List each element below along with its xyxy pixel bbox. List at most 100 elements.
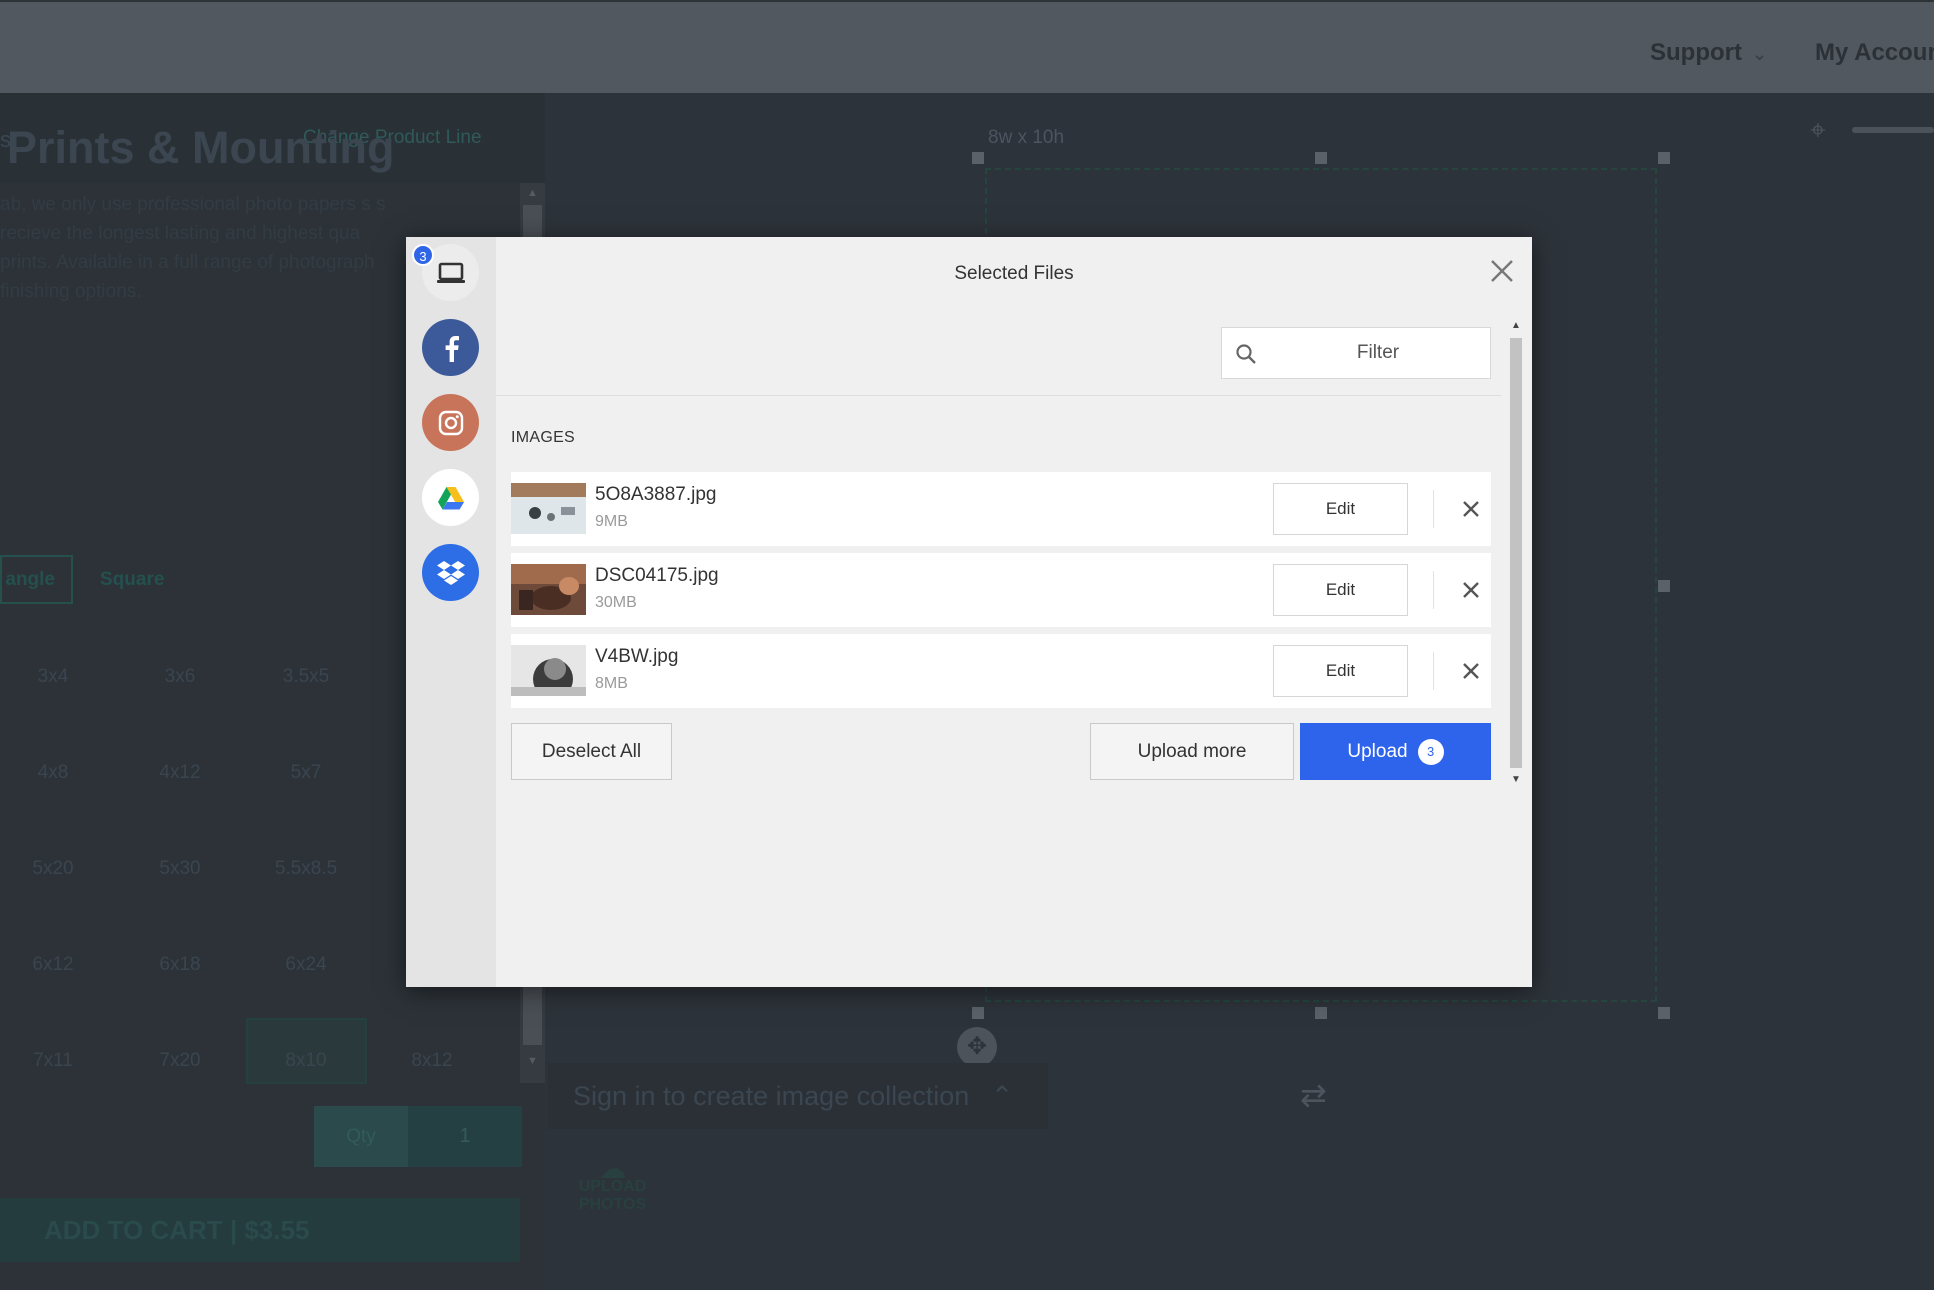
product-title: Prints & Mounting: [7, 122, 395, 173]
support-label: Support: [1650, 39, 1742, 66]
close-icon: [1491, 260, 1513, 282]
scrollbar-thumb[interactable]: [1510, 338, 1522, 768]
upload-photos-label: UPLOAD PHOTOS: [578, 1178, 647, 1213]
file-size: 9MB: [595, 513, 628, 530]
size-option[interactable]: 6x18: [120, 954, 240, 976]
google-drive-icon: [437, 486, 464, 509]
source-google-drive[interactable]: [422, 469, 479, 526]
upload-button[interactable]: Upload 3: [1300, 723, 1491, 780]
laptop-icon: [436, 262, 465, 283]
signin-label: Sign in to create image collection: [573, 1081, 970, 1111]
filter-input[interactable]: [1266, 328, 1490, 378]
support-menu[interactable]: Support ⌄: [1650, 39, 1767, 67]
file-name: 5O8A3887.jpg: [595, 484, 717, 505]
size-option[interactable]: 6x12: [0, 954, 113, 976]
my-account-label: My Accoun: [1815, 39, 1934, 66]
dimension-label: 8w x 10h: [988, 127, 1065, 148]
target-icon[interactable]: ⌖: [1810, 115, 1840, 145]
tab-rectangle[interactable]: angle: [0, 555, 73, 604]
filter-box: [1221, 327, 1491, 379]
top-navigation-bar: Support ⌄ My Accoun: [0, 0, 1934, 93]
divider: [496, 395, 1501, 396]
size-option[interactable]: 4x12: [120, 762, 240, 784]
size-option[interactable]: 4x8: [0, 762, 113, 784]
facebook-icon: [445, 335, 459, 362]
cloud-upload-icon: ☁: [598, 1153, 627, 1184]
qty-input[interactable]: 1: [408, 1106, 522, 1167]
size-option[interactable]: 3x6: [120, 666, 240, 688]
divider: [1433, 652, 1434, 690]
size-option[interactable]: 7x11: [0, 1050, 113, 1072]
size-option[interactable]: 5x30: [120, 858, 240, 880]
size-option[interactable]: 5.5x8.5: [246, 858, 366, 880]
edit-file-button[interactable]: Edit: [1273, 564, 1408, 616]
file-name: DSC04175.jpg: [595, 565, 719, 586]
qty-label: Qty: [314, 1106, 408, 1167]
upload-more-button[interactable]: Upload more: [1090, 723, 1294, 780]
edit-file-button[interactable]: Edit: [1273, 645, 1408, 697]
file-row: 5O8A3887.jpg 9MB Edit: [511, 472, 1491, 546]
scroll-down-arrow-icon[interactable]: ▼: [1511, 774, 1521, 785]
divider: [1433, 571, 1434, 609]
crop-handle[interactable]: [972, 1007, 984, 1019]
crop-handle[interactable]: [1315, 1007, 1327, 1019]
file-thumbnail: [511, 645, 586, 696]
file-size: 8MB: [595, 675, 628, 692]
quantity-control: Qty 1: [314, 1106, 522, 1167]
scroll-up-arrow-icon[interactable]: ▲: [1511, 320, 1521, 331]
images-section-label: IMAGES: [511, 429, 576, 446]
upload-photos-button[interactable]: ☁ UPLOAD PHOTOS: [565, 1153, 660, 1214]
size-option[interactable]: 6x24: [246, 954, 366, 976]
move-icon[interactable]: ✥: [957, 1027, 997, 1067]
crop-handle[interactable]: [1658, 580, 1670, 592]
chevron-down-icon: ⌄: [1751, 44, 1768, 64]
dialog-scrollbar[interactable]: ▲ ▼: [1508, 320, 1524, 790]
size-option[interactable]: 7x20: [120, 1050, 240, 1072]
dialog-title: Selected Files: [954, 263, 1074, 284]
deselect-all-button[interactable]: Deselect All: [511, 723, 672, 780]
source-facebook[interactable]: [422, 319, 479, 376]
size-option[interactable]: 3.5x5: [246, 666, 366, 688]
selected-count-badge: 3: [412, 244, 434, 266]
source-dropbox[interactable]: [422, 544, 479, 601]
zoom-slider[interactable]: [1852, 127, 1934, 133]
scroll-up-arrow-icon[interactable]: ▲: [527, 187, 538, 199]
upload-count-badge: 3: [1417, 738, 1444, 765]
remove-file-icon[interactable]: [1457, 495, 1485, 523]
my-account-menu[interactable]: My Accoun: [1815, 39, 1934, 67]
size-option[interactable]: 5x20: [0, 858, 113, 880]
file-name: V4BW.jpg: [595, 646, 679, 667]
file-thumbnail: [511, 564, 586, 615]
upload-button-label: Upload: [1347, 740, 1408, 762]
search-icon: [1236, 344, 1256, 364]
crop-handle[interactable]: [1658, 1007, 1670, 1019]
remove-file-icon[interactable]: [1457, 576, 1485, 604]
file-row: V4BW.jpg 8MB Edit: [511, 634, 1491, 708]
file-row: DSC04175.jpg 30MB Edit: [511, 553, 1491, 627]
tab-square[interactable]: Square: [100, 555, 164, 604]
size-option[interactable]: 8x12: [372, 1050, 492, 1072]
size-option-selected[interactable]: 8x10: [246, 1050, 366, 1072]
selected-files-dialog: 3 Selected Files Filter IMAGES 5O8A3887.…: [406, 237, 1532, 987]
source-instagram[interactable]: [422, 394, 479, 451]
file-thumbnail: [511, 483, 586, 534]
file-size: 30MB: [595, 594, 637, 611]
divider: [1433, 490, 1434, 528]
product-description: ab, we only use professional photo paper…: [0, 194, 386, 302]
crop-handle[interactable]: [1315, 152, 1327, 164]
rotate-icon[interactable]: ⇄: [1300, 1076, 1327, 1114]
instagram-icon: [438, 410, 463, 435]
add-to-cart-button[interactable]: ADD TO CART | $3.55: [0, 1198, 520, 1262]
size-option[interactable]: 5x7: [246, 762, 366, 784]
dropbox-icon: [436, 560, 465, 585]
chevron-up-icon: ⌃: [990, 1081, 1014, 1111]
remove-file-icon[interactable]: [1457, 657, 1485, 685]
signin-collection-bar[interactable]: Sign in to create image collection ⌃: [548, 1063, 1048, 1129]
crop-handle[interactable]: [1658, 152, 1670, 164]
crop-handle[interactable]: [972, 152, 984, 164]
size-option[interactable]: 3x4: [0, 666, 113, 688]
scroll-down-arrow-icon[interactable]: ▼: [527, 1055, 538, 1067]
edit-file-button[interactable]: Edit: [1273, 483, 1408, 535]
source-sidebar: 3: [406, 237, 496, 987]
close-dialog-button[interactable]: [1486, 255, 1518, 287]
